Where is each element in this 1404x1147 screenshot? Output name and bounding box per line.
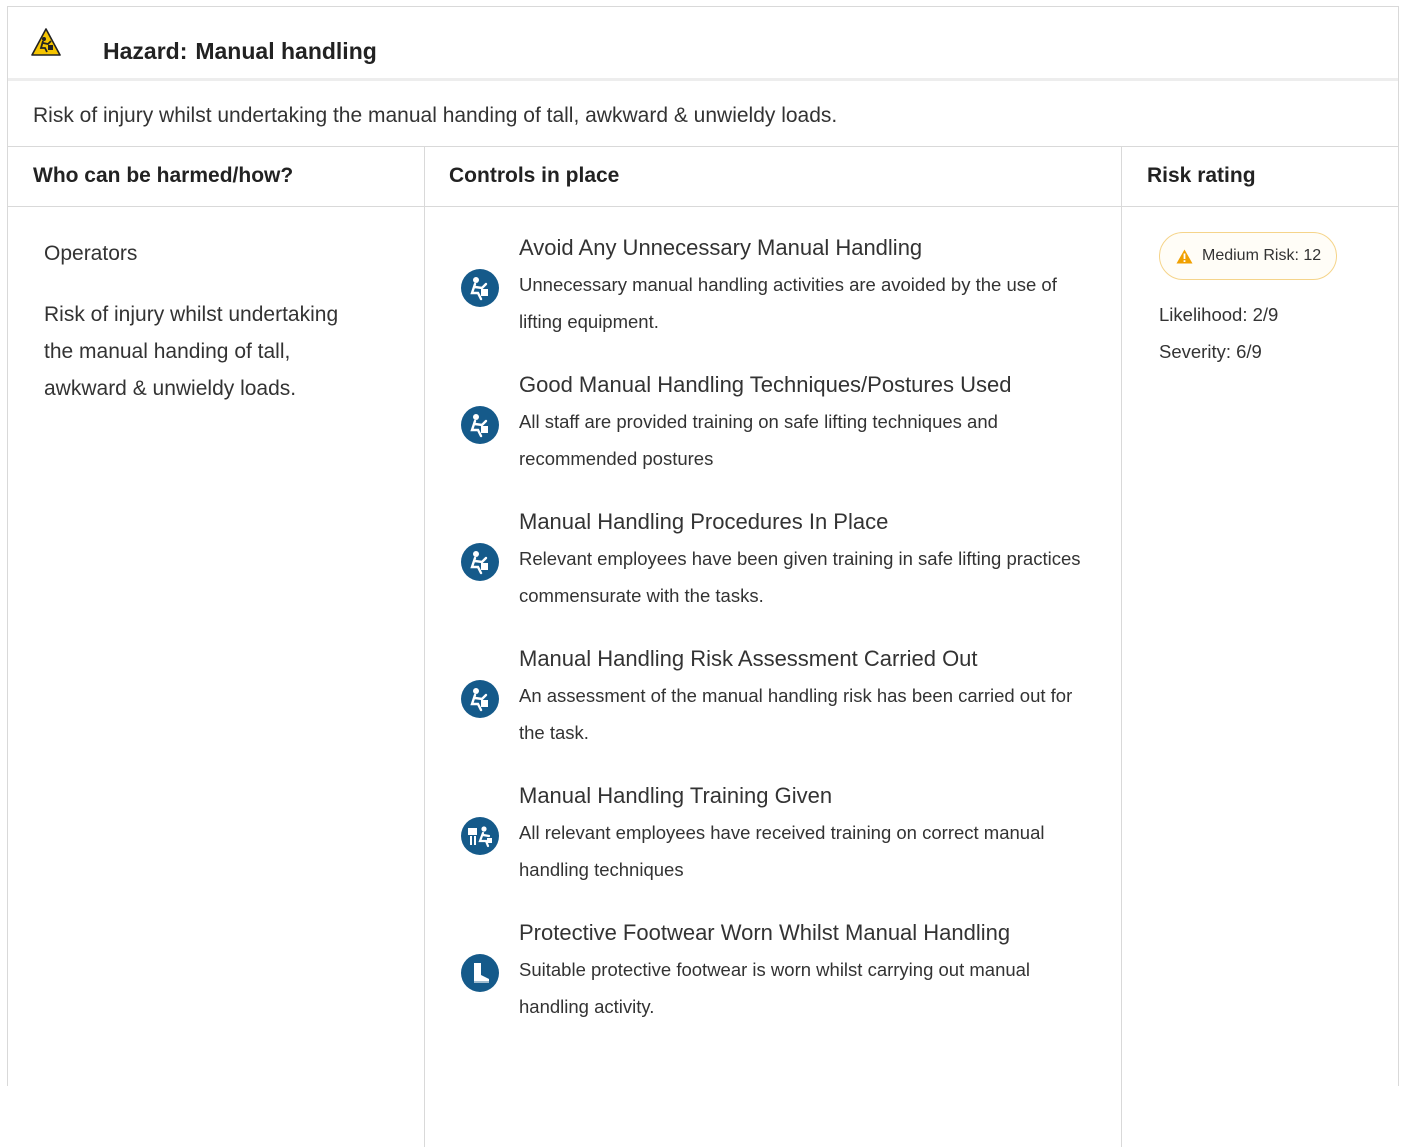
manual-handling-icon — [461, 543, 499, 581]
control-title: Protective Footwear Worn Whilst Manual H… — [519, 920, 1011, 945]
boot-icon — [461, 954, 499, 992]
control-item: Good Manual Handling Techniques/Postures… — [425, 370, 1121, 507]
manual-handling-icon — [461, 680, 499, 718]
manual-handling-icon — [461, 406, 499, 444]
control-item: Avoid Any Unnecessary Manual Handling Un… — [425, 233, 1121, 370]
control-item: Manual Handling Risk Assessment Carried … — [425, 644, 1121, 781]
hazard-name: Manual handling — [195, 38, 377, 64]
training-icon — [461, 817, 499, 855]
control-description: All staff are provided training on safe … — [519, 411, 998, 469]
hazard-card: Hazard: Manual handling Risk of injury wh… — [7, 6, 1399, 1147]
controls-column: Controls in place Avoid Any Unnecessary … — [425, 147, 1122, 1147]
who-column-header: Who can be harmed/how? — [8, 147, 424, 207]
control-item: Protective Footwear Worn Whilst Manual H… — [425, 918, 1121, 1055]
risk-badge-label: Medium Risk: 12 — [1202, 247, 1322, 264]
who-description: Risk of injury whilst undertaking the ma… — [44, 303, 339, 400]
control-title: Good Manual Handling Techniques/Postures… — [519, 372, 1012, 397]
risk-column: Risk rating Medium Risk: 12 Likelihood: … — [1122, 147, 1398, 1147]
control-title: Avoid Any Unnecessary Manual Handling — [519, 235, 923, 260]
hazard-title: Hazard: Manual handling — [103, 38, 377, 65]
risk-likelihood: Likelihood: 2/9 — [1159, 304, 1279, 325]
risk-badge: Medium Risk: 12 — [1159, 232, 1338, 280]
hazard-columns: Who can be harmed/how? Operators Risk of… — [8, 147, 1398, 1147]
control-description: Relevant employees have been given train… — [519, 548, 1081, 606]
who-group: Operators — [44, 242, 138, 265]
control-title: Manual Handling Training Given — [519, 783, 833, 808]
risk-column-header: Risk rating — [1122, 147, 1398, 207]
hazard-header: Hazard: Manual handling — [8, 7, 1398, 81]
control-title: Manual Handling Risk Assessment Carried … — [519, 646, 978, 671]
controls-column-header: Controls in place — [425, 147, 1121, 207]
controls-list: Avoid Any Unnecessary Manual Handling Un… — [425, 207, 1121, 1055]
control-description: Suitable protective footwear is worn whi… — [519, 959, 1031, 1017]
risk-severity: Severity: 6/9 — [1159, 341, 1262, 362]
hazard-label: Hazard: — [103, 38, 188, 64]
warning-icon — [1176, 249, 1193, 263]
control-description: Unnecessary manual handling activities a… — [519, 274, 1057, 332]
who-column: Who can be harmed/how? Operators Risk of… — [8, 147, 425, 1147]
control-description: An assessment of the manual handling ris… — [519, 685, 1073, 743]
hazard-warning-icon — [31, 28, 61, 56]
control-item: Manual Handling Training Given All relev… — [425, 781, 1121, 918]
hazard-description: Risk of injury whilst undertaking the ma… — [8, 81, 1398, 147]
control-description: All relevant employees have received tra… — [519, 822, 1045, 880]
control-title: Manual Handling Procedures In Place — [519, 509, 889, 534]
manual-handling-icon — [461, 269, 499, 307]
control-item: Manual Handling Procedures In Place Rele… — [425, 507, 1121, 644]
